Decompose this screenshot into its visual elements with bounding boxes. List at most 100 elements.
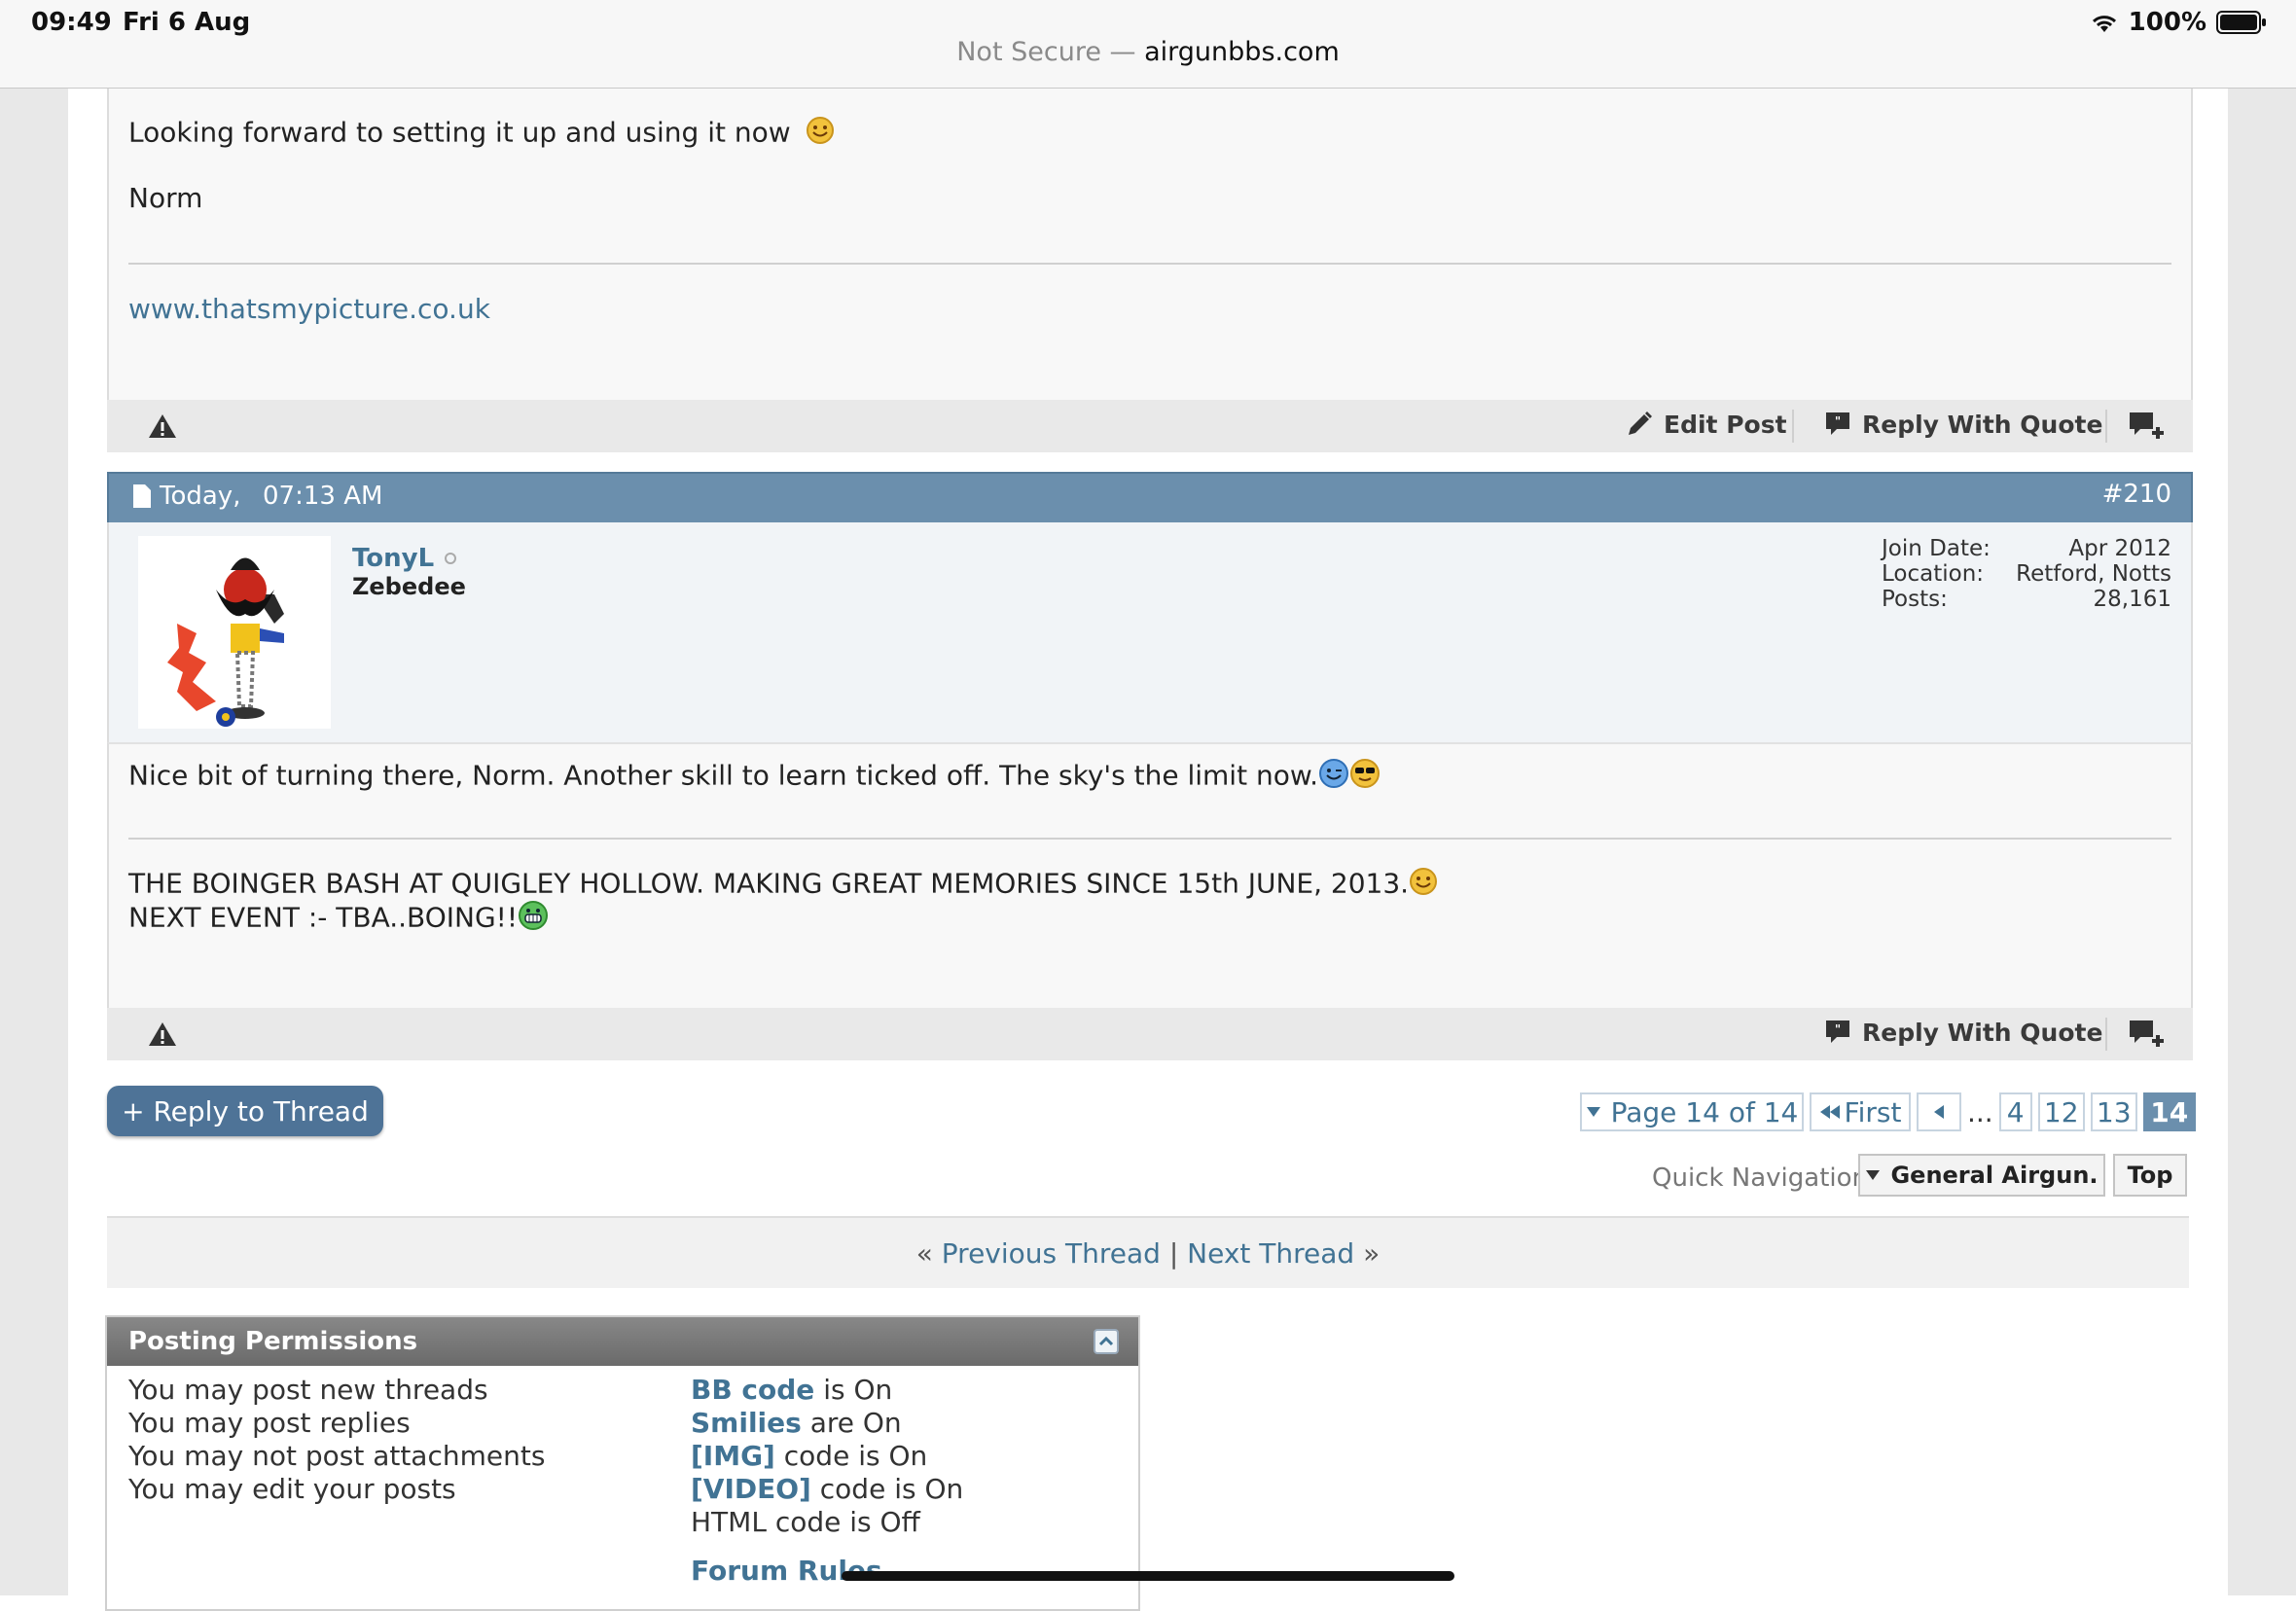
page-select-dropdown[interactable]: Page 14 of 14 [1580, 1092, 1804, 1131]
permission-left-3: You may not post attachments [128, 1440, 546, 1472]
smile-icon [806, 116, 835, 152]
top-button[interactable]: Top [2113, 1154, 2187, 1197]
next-thread-link[interactable]: Next Thread [1187, 1237, 1354, 1270]
reply-with-quote-button[interactable]: " Reply With Quote [1823, 1018, 2102, 1047]
prev-page-button[interactable] [1917, 1092, 1961, 1131]
signature-divider [128, 838, 2171, 840]
permission-img: [IMG] code is On [691, 1440, 927, 1472]
post-header: Today, 07:13 AM #210 [107, 472, 2193, 524]
page-link-current[interactable]: 14 [2142, 1092, 2196, 1131]
signature-text: THE BOINGER BASH AT QUIGLEY HOLLOW. MAKI… [128, 867, 1410, 900]
permission-video: [VIDEO] code is On [691, 1473, 963, 1505]
permission-left-4: You may edit your posts [128, 1473, 456, 1505]
first-label: First [1844, 1095, 1902, 1128]
reply-with-quote-label: Reply With Quote [1862, 410, 2103, 439]
post-status-icon [132, 483, 152, 513]
post-body: Nice bit of turning there, Norm. Another… [107, 742, 2193, 1010]
signature-line: THE BOINGER BASH AT QUIGLEY HOLLOW. MAKI… [128, 867, 1438, 903]
post-text-line: Nice bit of turning there, Norm. Another… [128, 758, 1381, 796]
post-footer: Edit Post " Reply With Quote [107, 400, 2193, 452]
battery-icon [2216, 11, 2266, 34]
previous-thread-link[interactable]: Previous Thread [942, 1237, 1161, 1270]
multi-quote-icon[interactable] [2127, 1018, 2168, 1055]
footer-divider [2105, 1018, 2107, 1051]
reply-with-quote-button[interactable]: " Reply With Quote [1823, 410, 2102, 439]
location-value: Retford, Notts [2016, 561, 2171, 587]
offline-status-icon [445, 553, 457, 564]
permission-smilies: Smilies are On [691, 1407, 902, 1439]
page-link-12[interactable]: 12 [2037, 1092, 2085, 1131]
edit-post-button[interactable]: Edit Post [1625, 410, 1787, 439]
collapse-icon[interactable] [1094, 1329, 1119, 1361]
quick-navigation-label: Quick Navigation [1652, 1164, 1869, 1193]
page-label: Page 14 of 14 [1610, 1095, 1799, 1128]
thread-nav-separator: | [1168, 1237, 1179, 1270]
img-code-link[interactable]: [IMG] [691, 1440, 775, 1472]
reply-with-quote-label: Reply With Quote [1862, 1018, 2103, 1047]
reply-to-thread-button[interactable]: + Reply to Thread [107, 1086, 383, 1136]
quote-bubble-icon: " [1826, 412, 1849, 435]
posting-permissions-header: Posting Permissions [107, 1317, 1138, 1366]
forum-select-value: General Airgun. [1890, 1162, 2099, 1189]
smilies-link[interactable]: Smilies [691, 1407, 802, 1439]
status-time: 09:49 [31, 8, 112, 37]
page-gutter-left [0, 89, 68, 1595]
report-post-icon[interactable] [148, 1021, 177, 1051]
post-footer: " Reply With Quote [107, 1008, 2193, 1060]
svg-text:": " [1835, 414, 1841, 428]
thread-navigation: « Previous Thread | Next Thread » [107, 1216, 2189, 1288]
posting-permissions-box: Posting Permissions You may post new thr… [105, 1315, 1140, 1611]
home-indicator[interactable] [842, 1571, 1454, 1581]
chevron-left-icon [1934, 1105, 1944, 1119]
post-text: Nice bit of turning there, Norm. Another… [128, 759, 1319, 792]
video-code-link[interactable]: [VIDEO] [691, 1473, 811, 1505]
report-post-icon[interactable] [148, 413, 177, 443]
edit-post-label: Edit Post [1664, 410, 1787, 439]
cool-icon [1349, 758, 1381, 796]
address-bar[interactable]: Not Secure — airgunbbs.com [0, 37, 2296, 67]
multi-quote-icon[interactable] [2127, 410, 2168, 447]
permission-left-1: You may post new threads [128, 1374, 488, 1406]
prev-mark: « [915, 1237, 933, 1270]
post-userinfo: TonyL Zebedee Join Date: Apr 2012 Locati… [107, 522, 2193, 742]
grin-icon [518, 900, 549, 938]
page-gutter-right [2228, 89, 2296, 1595]
quote-bubble-icon: " [1826, 1020, 1849, 1043]
status-bar: 09:49 Fri 6 Aug 100% Not Secure — airgun… [0, 0, 2296, 90]
permission-left-2: You may post replies [128, 1407, 411, 1439]
svg-text:": " [1835, 1022, 1841, 1036]
user-title: Zebedee [352, 573, 466, 600]
permission-html: HTML code is Off [691, 1506, 920, 1538]
post-body-previous: Looking forward to setting it up and usi… [107, 89, 2193, 400]
signature-line: NEXT EVENT :- TBA..BOING!! [128, 900, 549, 938]
join-date-value: Apr 2012 [2068, 536, 2171, 561]
post-date: Today, [160, 482, 241, 511]
smile-icon [1409, 867, 1438, 903]
posts-label: Posts: [1882, 587, 1948, 612]
post-number-link[interactable]: #210 [2102, 480, 2171, 509]
signature-link[interactable]: www.thatsmypicture.co.uk [128, 293, 490, 325]
footer-divider [1792, 410, 1794, 443]
status-date: Fri 6 Aug [123, 8, 251, 37]
chevron-down-icon [1586, 1107, 1600, 1117]
post-signoff: Norm [128, 182, 203, 214]
footer-divider [2105, 410, 2107, 443]
status-right: 100% [2090, 8, 2267, 37]
double-left-icon [1819, 1105, 1840, 1119]
video-code-status: code is On [819, 1473, 964, 1505]
page-link-13[interactable]: 13 [2090, 1092, 2137, 1131]
next-mark: » [1363, 1237, 1381, 1270]
username-link[interactable]: TonyL [352, 544, 457, 573]
signature-text: NEXT EVENT :- TBA..BOING!! [128, 901, 519, 934]
user-avatar[interactable] [138, 536, 331, 729]
page-link-4[interactable]: 4 [1998, 1092, 2032, 1131]
post-text: Looking forward to setting it up and usi… [128, 116, 791, 149]
pagination-ellipsis: ... [1967, 1095, 1993, 1128]
first-page-button[interactable]: First [1810, 1092, 1911, 1131]
bbcode-link[interactable]: BB code [691, 1374, 814, 1406]
posting-permissions-title: Posting Permissions [128, 1327, 418, 1356]
wink-icon [1318, 758, 1349, 796]
quick-navigation-select[interactable]: General Airgun. [1858, 1154, 2105, 1197]
bbcode-status: is On [823, 1374, 893, 1406]
chevron-down-icon [1866, 1170, 1881, 1180]
